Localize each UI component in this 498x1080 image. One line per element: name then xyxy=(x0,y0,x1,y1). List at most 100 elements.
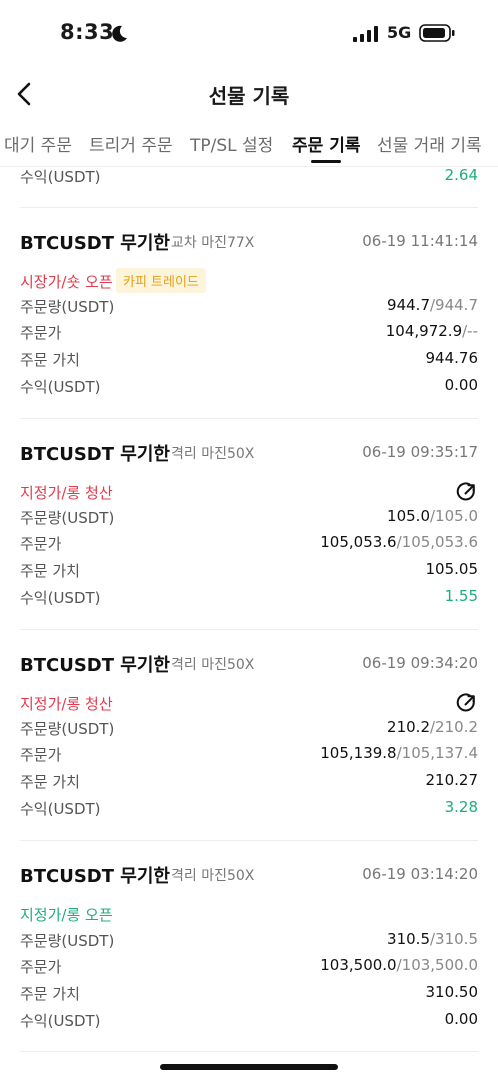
price-main: 105,053.6 xyxy=(320,533,397,551)
value-label: 주문 가치 xyxy=(20,773,80,791)
order-type: 시장가/숏 오픈 xyxy=(20,273,113,291)
order-type: 지정가/롱 청산 xyxy=(20,695,113,713)
order-value-row: 주문 가치 944.76 xyxy=(20,349,478,371)
qty-label: 주문량(USDT) xyxy=(20,298,115,316)
qty-value: 210.2/210.2 xyxy=(387,718,478,736)
price-label: 주문가 xyxy=(20,958,62,976)
qty-filled: 105.0 xyxy=(387,507,430,525)
qty-filled: 310.5 xyxy=(387,930,430,948)
share-arrow-icon[interactable] xyxy=(456,481,478,503)
price-sub: /105,137.4 xyxy=(396,744,478,762)
price-sub: /-- xyxy=(462,322,478,340)
tab-pending-orders[interactable]: 대기 주문 xyxy=(4,131,72,156)
price-label: 주문가 xyxy=(20,535,62,553)
order-price-row: 주문가 103,500.0/103,500.0 xyxy=(20,956,478,978)
divider xyxy=(20,1051,478,1052)
qty-filled: 210.2 xyxy=(387,718,430,736)
pnl-label: 수익(USDT) xyxy=(20,589,101,607)
pnl-label: 수익(USDT) xyxy=(20,1012,101,1030)
battery-icon xyxy=(419,24,455,42)
order-margin-mode: 격리 마진50X xyxy=(171,446,255,462)
order-value-row: 주문 가치 310.50 xyxy=(20,983,478,1005)
pnl-value: 3.28 xyxy=(444,798,478,816)
status-bar: 8:33 5G xyxy=(0,0,498,68)
qty-value: 105.0/105.0 xyxy=(387,507,478,525)
order-qty-row: 주문량(USDT) 210.2/210.2 xyxy=(20,718,478,740)
order-price-row: 주문가 105,053.6/105,053.6 xyxy=(20,533,478,555)
page-title: 선물 기록 xyxy=(208,84,290,108)
pnl-value: 1.55 xyxy=(444,587,478,605)
signal-icon xyxy=(353,26,378,42)
order-margin-mode: 격리 마진50X xyxy=(171,657,255,673)
price-main: 104,972.9 xyxy=(385,322,463,340)
order-header: BTCUSDT 무기한 격리 마진50X 06-19 03:14:20 xyxy=(20,862,478,890)
pnl-label: 수익(USDT) xyxy=(20,168,101,186)
order-type-line: 시장가/숏 오픈 카피 트레이드 xyxy=(20,268,478,293)
tab-order-history[interactable]: 주문 기록 xyxy=(292,131,360,156)
price-value: 104,972.9/-- xyxy=(386,322,478,340)
pnl-label: 수익(USDT) xyxy=(20,800,101,818)
order-header: BTCUSDT 무기한 격리 마진50X 06-19 09:35:17 xyxy=(20,440,478,468)
pnl-value: 2.64 xyxy=(444,166,478,184)
order-pair: BTCUSDT 무기한 xyxy=(20,655,170,676)
copy-trade-badge: 카피 트레이드 xyxy=(116,268,206,293)
price-label: 주문가 xyxy=(20,746,62,764)
value-amount: 105.05 xyxy=(425,560,479,578)
pnl-label: 수익(USDT) xyxy=(20,378,101,396)
order-value-row: 주문 가치 210.27 xyxy=(20,771,478,793)
value-label: 주문 가치 xyxy=(20,351,80,369)
order-pnl-row: 수익(USDT) 3.28 xyxy=(20,798,478,820)
qty-total: /210.2 xyxy=(430,718,478,736)
qty-value: 310.5/310.5 xyxy=(387,930,478,948)
price-label: 주문가 xyxy=(20,324,62,342)
order-price-row: 주문가 104,972.9/-- xyxy=(20,322,478,344)
order-type-line: 지정가/롱 청산 xyxy=(20,479,478,503)
order-qty-row: 주문량(USDT) 310.5/310.5 xyxy=(20,930,478,952)
price-main: 105,139.8 xyxy=(320,744,397,762)
order-time: 06-19 03:14:20 xyxy=(362,865,478,883)
qty-label: 주문량(USDT) xyxy=(20,720,115,738)
network-label: 5G xyxy=(387,23,412,42)
order-value-row: 주문 가치 105.05 xyxy=(20,560,478,582)
value-amount: 310.50 xyxy=(425,983,479,1001)
order-qty-row: 주문량(USDT) 105.0/105.0 xyxy=(20,507,478,529)
order-margin-mode: 교차 마진77X xyxy=(171,235,255,251)
order-pnl-row: 수익(USDT) 0.00 xyxy=(20,376,478,398)
order-type-line: 지정가/롱 청산 xyxy=(20,690,478,714)
tab-tpsl-settings[interactable]: TP/SL 설정 xyxy=(190,131,273,156)
active-tab-indicator xyxy=(311,160,341,163)
order-pair: BTCUSDT 무기한 xyxy=(20,233,170,254)
order-pair: BTCUSDT 무기한 xyxy=(20,444,170,465)
pnl-value: 0.00 xyxy=(444,1010,478,1028)
value-amount: 210.27 xyxy=(425,771,479,789)
order-type: 지정가/롱 청산 xyxy=(20,484,113,502)
qty-label: 주문량(USDT) xyxy=(20,509,115,527)
value-label: 주문 가치 xyxy=(20,562,80,580)
qty-label: 주문량(USDT) xyxy=(20,932,115,950)
order-time: 06-19 11:41:14 xyxy=(362,232,478,250)
value-amount: 944.76 xyxy=(425,349,479,367)
order-header: BTCUSDT 무기한 격리 마진50X 06-19 09:34:20 xyxy=(20,651,478,679)
order-qty-row: 주문량(USDT) 944.7/944.7 xyxy=(20,296,478,318)
qty-total: /310.5 xyxy=(430,930,478,948)
tab-trigger-orders[interactable]: 트리거 주문 xyxy=(89,131,173,156)
order-header: BTCUSDT 무기한 교차 마진77X 06-19 11:41:14 xyxy=(20,229,478,257)
tab-futures-trade-history[interactable]: 선물 거래 기록 xyxy=(377,131,482,156)
order-type: 지정가/롱 오픈 xyxy=(20,906,113,924)
order-time: 06-19 09:34:20 xyxy=(362,654,478,672)
price-value: 105,139.8/105,137.4 xyxy=(320,744,478,762)
share-arrow-icon[interactable] xyxy=(456,692,478,714)
divider xyxy=(20,207,478,208)
tab-bar: 대기 주문 트리거 주문 TP/SL 설정 주문 기록 선물 거래 기록 xyxy=(0,120,498,166)
header: 선물 기록 xyxy=(0,68,498,120)
pnl-value: 0.00 xyxy=(444,376,478,394)
divider xyxy=(20,418,478,419)
qty-total: /105.0 xyxy=(430,507,478,525)
order-time: 06-19 09:35:17 xyxy=(362,443,478,461)
price-main: 103,500.0 xyxy=(320,956,397,974)
order-margin-mode: 격리 마진50X xyxy=(171,868,255,884)
price-value: 103,500.0/103,500.0 xyxy=(320,956,478,974)
qty-value: 944.7/944.7 xyxy=(387,296,478,314)
order-pnl-row: 수익(USDT) 0.00 xyxy=(20,1010,478,1032)
qty-filled: 944.7 xyxy=(387,296,430,314)
